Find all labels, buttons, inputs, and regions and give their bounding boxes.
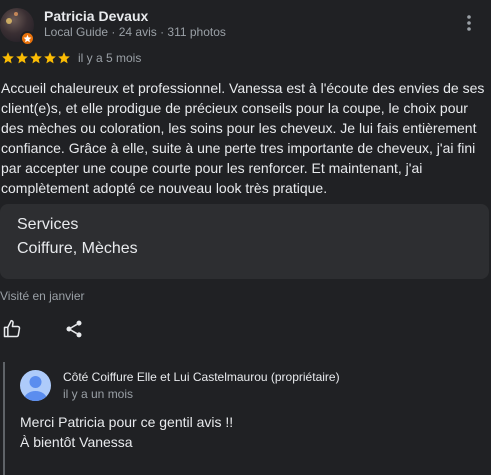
author-meta: Local Guide · 24 avis · 311 photos — [44, 25, 226, 39]
more-options-button[interactable] — [458, 12, 480, 34]
star-icon — [16, 52, 28, 64]
like-button[interactable] — [0, 317, 24, 341]
star-icon — [2, 52, 14, 64]
review-date: il y a 5 mois — [78, 51, 142, 65]
visited-date: Visité en janvier — [0, 289, 85, 303]
services-value: Coiffure, Mèches — [17, 240, 138, 257]
services-title: Services — [17, 216, 79, 233]
star-icon — [44, 52, 56, 64]
reply-line: Merci Patricia pour ce gentil avis !! — [20, 414, 234, 430]
stars — [1, 51, 71, 65]
services-card: Services Coiffure, Mèches — [0, 204, 489, 279]
person-icon — [23, 376, 48, 401]
share-button[interactable] — [62, 317, 86, 341]
owner-name: Côté Coiffure Elle et Lui Castelmaurou (… — [63, 370, 340, 384]
author-avatar[interactable] — [0, 8, 35, 46]
star-icon — [58, 52, 70, 64]
owner-avatar — [20, 370, 51, 401]
author-name[interactable]: Patricia Devaux — [44, 8, 148, 24]
star-rating: il y a 5 mois — [1, 51, 141, 65]
star-icon — [30, 52, 42, 64]
reply-line: À bientôt Vanessa — [20, 434, 133, 450]
reply-date: il y a un mois — [63, 387, 134, 401]
owner-reply: Côté Coiffure Elle et Lui Castelmaurou (… — [3, 362, 491, 475]
share-icon — [66, 320, 82, 338]
thumb-up-icon — [3, 319, 21, 338]
reply-text: Merci Patricia pour ce gentil avis !! À … — [20, 412, 233, 452]
local-guide-badge-icon — [20, 31, 35, 46]
review-card: Patricia Devaux Local Guide · 24 avis · … — [0, 0, 491, 475]
review-text: Accueil chaleureux et professionnel. Van… — [1, 80, 485, 196]
more-vert-icon — [467, 15, 471, 31]
